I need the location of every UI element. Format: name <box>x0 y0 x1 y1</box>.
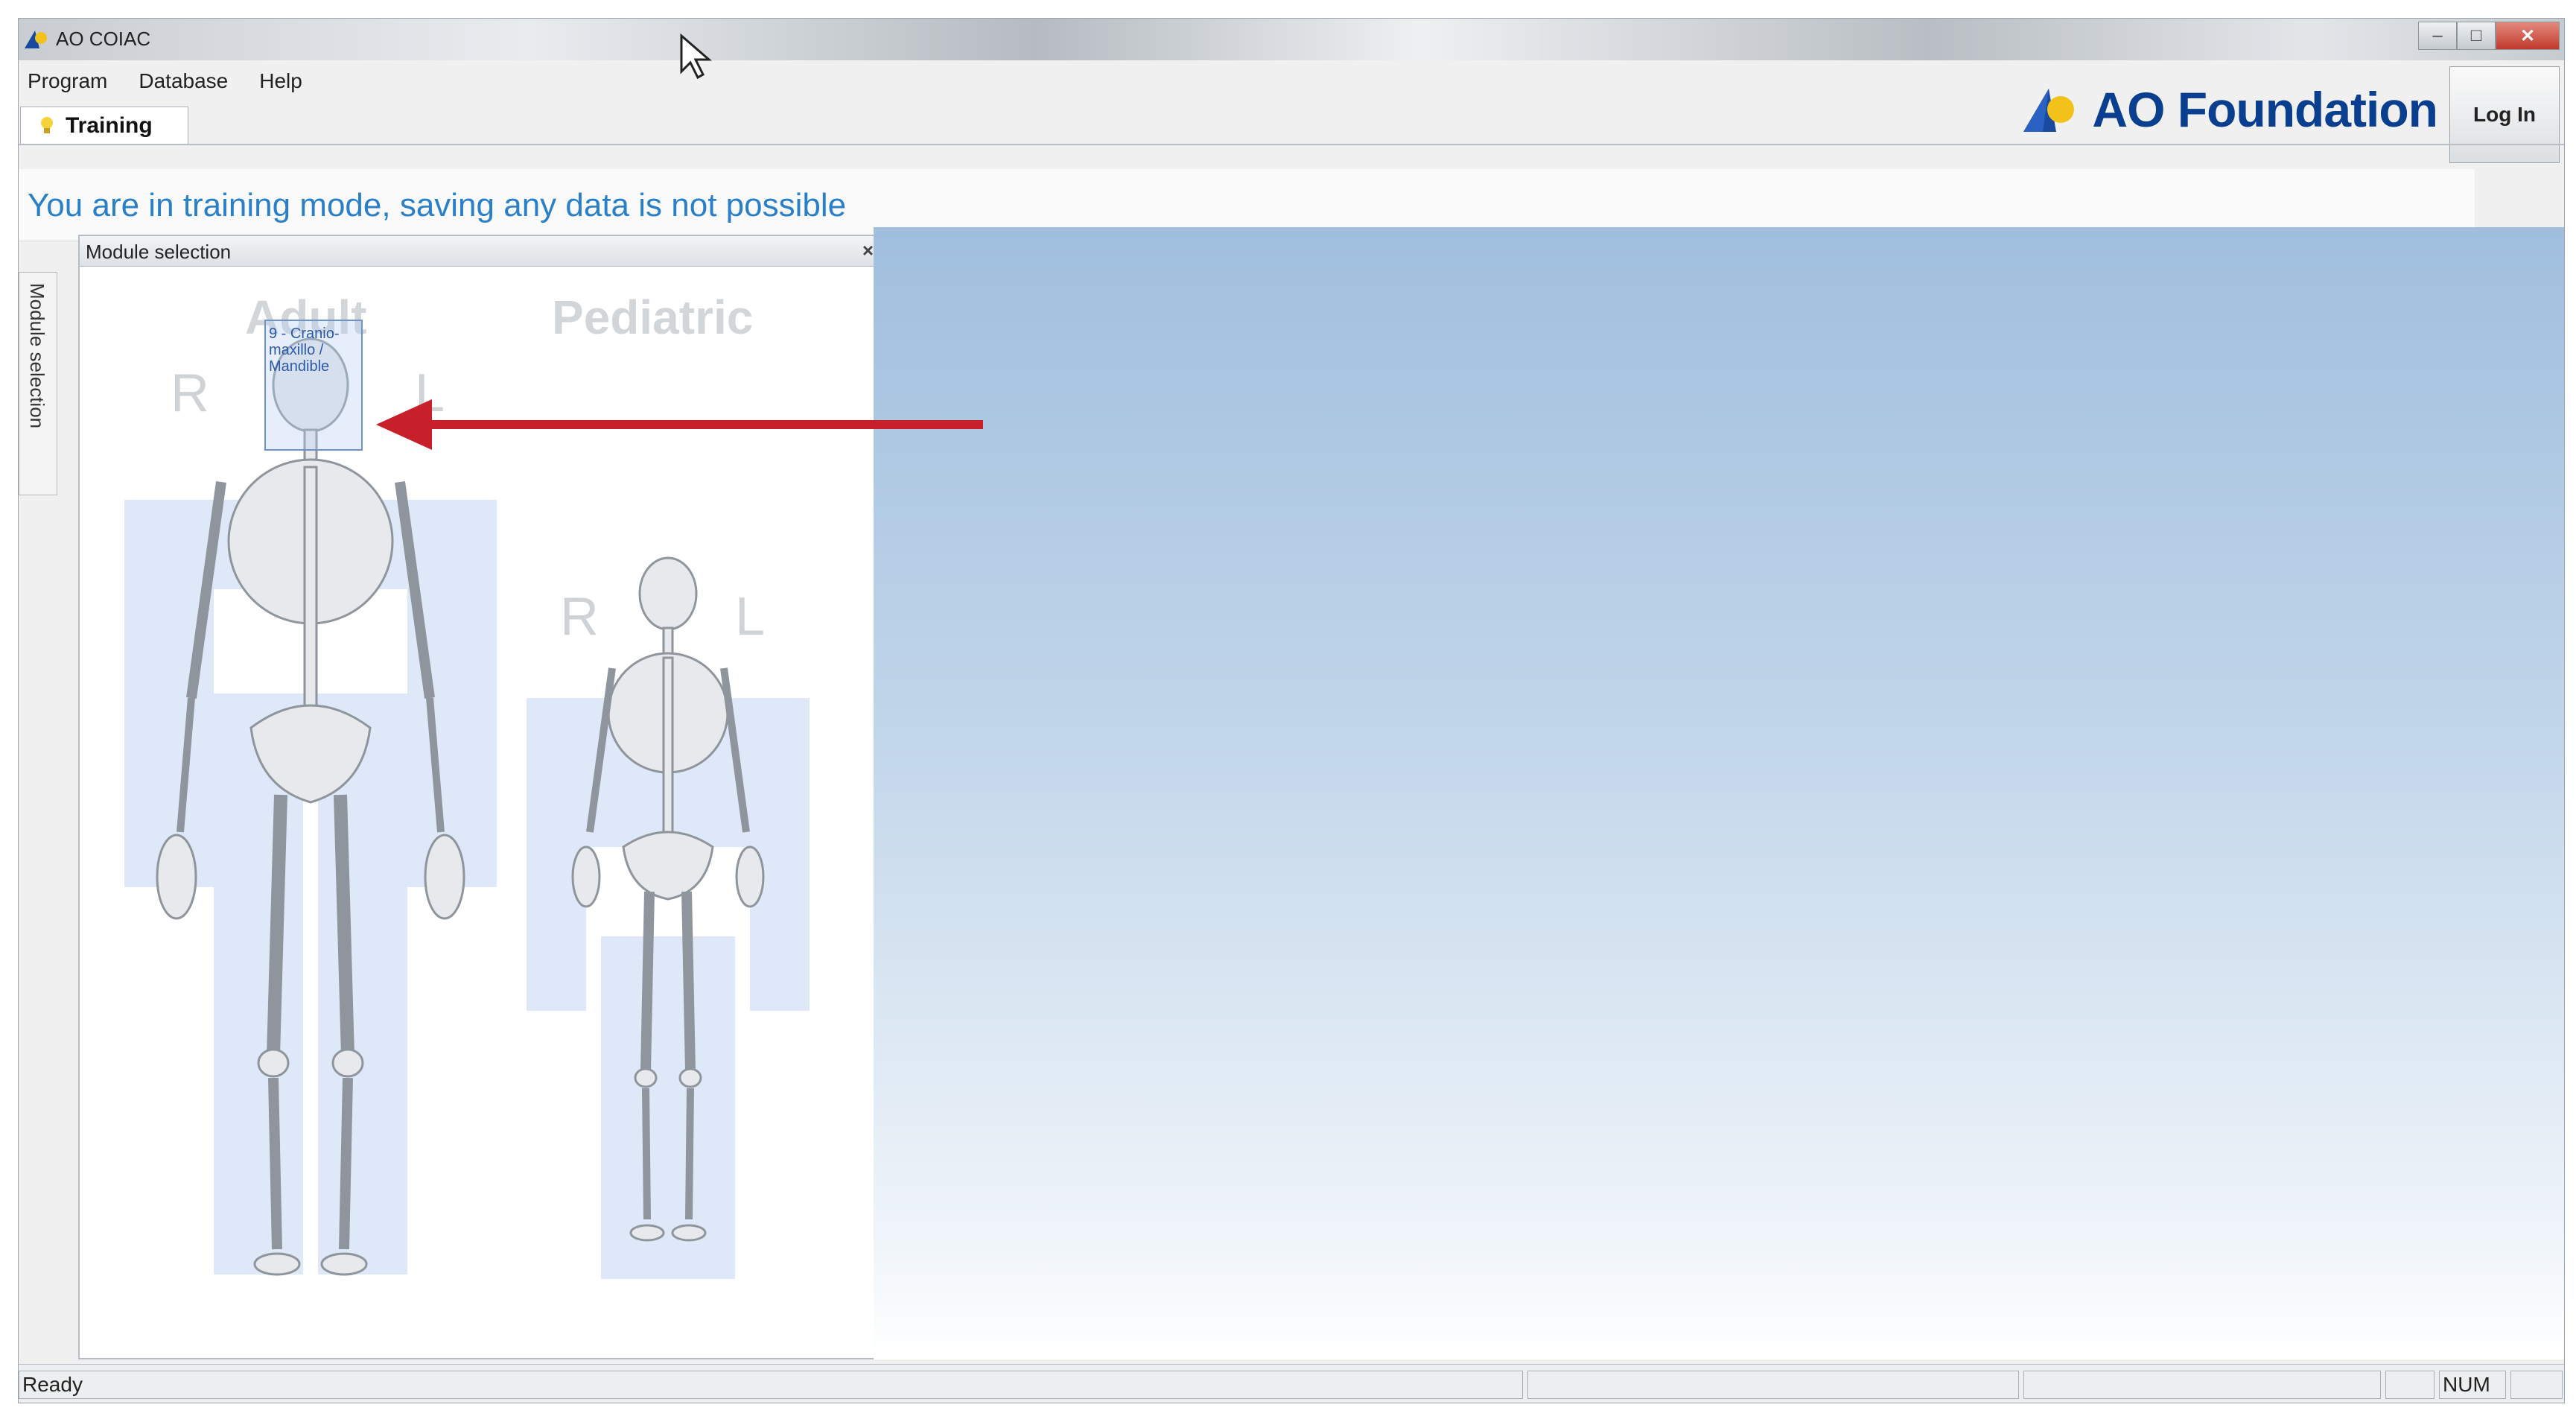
title-bar[interactable]: AO COIAC – □ ✕ <box>19 19 2564 60</box>
toolbar-divider <box>19 144 2564 145</box>
adult-skeleton-image <box>156 337 465 1276</box>
status-bar: Ready NUM <box>19 1364 2564 1403</box>
pediatric-category-label[interactable]: Pediatric <box>552 290 753 345</box>
menu-bar: Program Database Help <box>19 66 302 96</box>
minimize-button[interactable]: – <box>2418 22 2457 50</box>
status-pane-3 <box>2023 1371 2381 1399</box>
ao-app-icon <box>25 31 47 48</box>
app-window: AO COIAC – □ ✕ Program Database Help Tra… <box>18 18 2565 1403</box>
window-controls: – □ ✕ <box>2418 22 2560 51</box>
training-mode-message: You are in training mode, saving any dat… <box>28 187 847 223</box>
status-pane-2 <box>1527 1371 2019 1399</box>
log-in-button[interactable]: Log In <box>2449 66 2560 163</box>
tab-training[interactable]: Training <box>20 107 188 144</box>
menu-help[interactable]: Help <box>259 66 302 96</box>
module-selection-side-tab-label: Module selection <box>26 283 48 429</box>
status-pane-6 <box>2510 1371 2563 1399</box>
lightbulb-icon <box>41 116 53 133</box>
module-panel-header: Module selection × <box>80 236 881 267</box>
pediatric-skeleton-image <box>571 556 765 1242</box>
logo-text: AO Foundation <box>2092 82 2438 137</box>
module-panel-close-button[interactable]: × <box>862 239 874 262</box>
tab-training-label: Training <box>66 112 153 138</box>
module-panel-title: Module selection <box>86 241 232 263</box>
ao-logo-mark-icon <box>2023 89 2075 132</box>
status-pane-4 <box>2385 1371 2435 1399</box>
ao-foundation-logo: AO Foundation <box>2020 80 2438 139</box>
status-ready: Ready <box>19 1371 1523 1399</box>
module-selection-side-tab[interactable]: Module selection <box>19 272 57 495</box>
maximize-button[interactable]: □ <box>2457 22 2496 50</box>
module-selection-panel: Module selection × Adult Pediatric R L R… <box>78 235 882 1359</box>
selected-module-cranio-maxillofacial[interactable]: 9 - Cranio-maxillo / Mandible <box>264 320 363 451</box>
selected-module-label: 9 - Cranio-maxillo / Mandible <box>269 326 340 375</box>
status-num: NUM <box>2439 1371 2506 1399</box>
menu-database[interactable]: Database <box>139 66 228 96</box>
window-title: AO COIAC <box>56 28 151 50</box>
close-button[interactable]: ✕ <box>2496 22 2560 50</box>
main-viewport <box>874 227 2564 1359</box>
menu-program[interactable]: Program <box>28 66 107 96</box>
